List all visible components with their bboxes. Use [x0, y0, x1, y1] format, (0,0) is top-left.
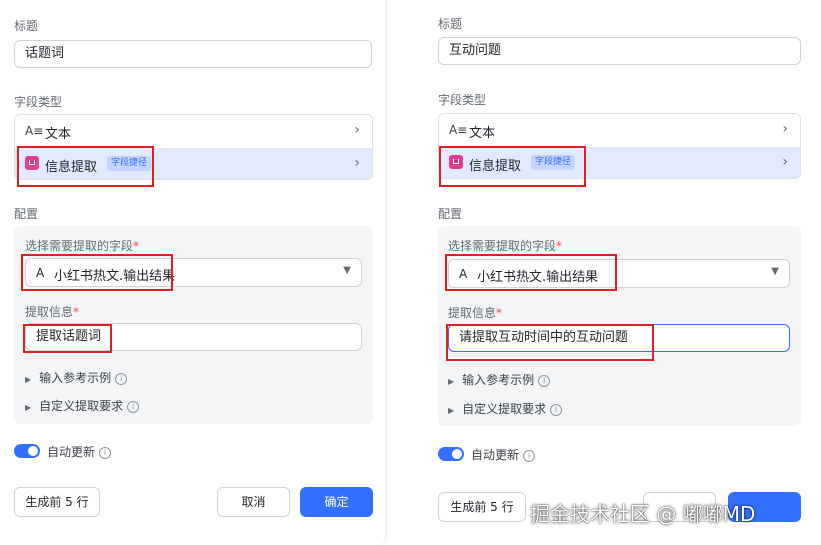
- title-input[interactable]: 话题词: [14, 40, 372, 68]
- type-extract-label: 信息提取: [45, 160, 98, 175]
- type-text-label: 文本: [45, 127, 72, 142]
- text-type-icon: A≡: [449, 123, 468, 137]
- field-shortcut-badge: 字段捷径: [107, 156, 152, 171]
- generate-preview-button[interactable]: 生成前 5 行: [14, 487, 100, 517]
- source-field-value: 小红书热文.输出结果: [54, 269, 176, 284]
- triangle-right-icon: ▶: [448, 406, 455, 415]
- source-field-select[interactable]: A 小红书热文.输出结果 ▼: [448, 259, 790, 288]
- title-label: 标题: [14, 19, 39, 33]
- title-input[interactable]: 互动问题: [438, 37, 801, 65]
- type-option-extract[interactable]: 信息提取 字段捷径 ›: [439, 147, 800, 178]
- title-label: 标题: [438, 17, 463, 31]
- field-config-panel-right: 标题 互动问题 字段类型 A≡ 文本 › 信息提取 字段捷径 › 配置 选择需要…: [428, 0, 821, 545]
- field-type-label: 字段类型: [14, 95, 63, 109]
- info-icon: i: [550, 404, 563, 416]
- field-type-list: A≡ 文本 › 信息提取 字段捷径 ›: [14, 114, 373, 180]
- type-text-label: 文本: [469, 126, 496, 141]
- extract-icon: [449, 155, 463, 169]
- watermark: 掘金技术社区 @ 嘟嘟MD: [530, 502, 756, 526]
- extract-info-input[interactable]: 请提取互动时间中的互动问题: [448, 324, 790, 352]
- source-field-value: 小红书热文.输出结果: [477, 270, 599, 285]
- confirm-button[interactable]: 确定: [300, 487, 373, 517]
- info-icon: i: [99, 447, 112, 459]
- field-type-list: A≡ 文本 › 信息提取 字段捷径 ›: [438, 113, 801, 179]
- select-field-label: 选择需要提取的字段*: [25, 239, 140, 253]
- auto-update-toggle[interactable]: [438, 447, 464, 461]
- type-extract-label: 信息提取: [469, 159, 522, 174]
- extract-info-label: 提取信息*: [448, 306, 503, 320]
- chevron-right-icon: ›: [354, 122, 360, 138]
- text-field-icon: A: [36, 266, 45, 280]
- auto-update-toggle[interactable]: [14, 444, 40, 458]
- cancel-button[interactable]: 取消: [217, 487, 290, 517]
- info-icon: i: [538, 375, 551, 387]
- type-option-extract[interactable]: 信息提取 字段捷径 ›: [15, 148, 372, 179]
- config-label: 配置: [14, 207, 39, 221]
- info-icon: i: [115, 373, 128, 385]
- source-field-select[interactable]: A 小红书热文.输出结果 ▼: [25, 258, 362, 287]
- select-field-label: 选择需要提取的字段*: [448, 239, 563, 253]
- chevron-right-icon: ›: [782, 121, 788, 137]
- text-type-icon: A≡: [25, 124, 44, 138]
- field-shortcut-badge: 字段捷径: [531, 155, 576, 170]
- type-option-text[interactable]: A≡ 文本 ›: [15, 115, 372, 148]
- caret-down-icon: ▼: [771, 266, 779, 277]
- type-option-text[interactable]: A≡ 文本 ›: [439, 114, 800, 147]
- text-field-icon: A: [459, 267, 468, 281]
- reference-example-expander[interactable]: ▶ 输入参考示例 i: [448, 371, 551, 388]
- chevron-right-icon: ›: [782, 154, 788, 170]
- custom-requirement-expander[interactable]: ▶ 自定义提取要求 i: [448, 400, 563, 417]
- generate-preview-button[interactable]: 生成前 5 行: [438, 492, 526, 522]
- extract-info-input[interactable]: 提取话题词: [25, 323, 362, 351]
- auto-update-label: 自动更新 i: [471, 446, 536, 463]
- info-icon: i: [523, 450, 536, 462]
- triangle-right-icon: ▶: [25, 403, 32, 412]
- extract-info-label: 提取信息*: [25, 305, 80, 319]
- triangle-right-icon: ▶: [448, 377, 455, 386]
- field-config-panel-left: 标题 话题词 字段类型 A≡ 文本 › 信息提取 字段捷径 › 配置 选择需要提…: [0, 0, 386, 545]
- reference-example-expander[interactable]: ▶ 输入参考示例 i: [25, 369, 128, 386]
- auto-update-label: 自动更新 i: [47, 443, 112, 460]
- config-label: 配置: [438, 207, 463, 221]
- triangle-right-icon: ▶: [25, 375, 32, 384]
- custom-requirement-expander[interactable]: ▶ 自定义提取要求 i: [25, 397, 140, 414]
- chevron-right-icon: ›: [354, 155, 360, 171]
- info-icon: i: [127, 401, 140, 413]
- extract-icon: [25, 156, 39, 170]
- field-type-label: 字段类型: [438, 93, 487, 107]
- caret-down-icon: ▼: [343, 265, 351, 276]
